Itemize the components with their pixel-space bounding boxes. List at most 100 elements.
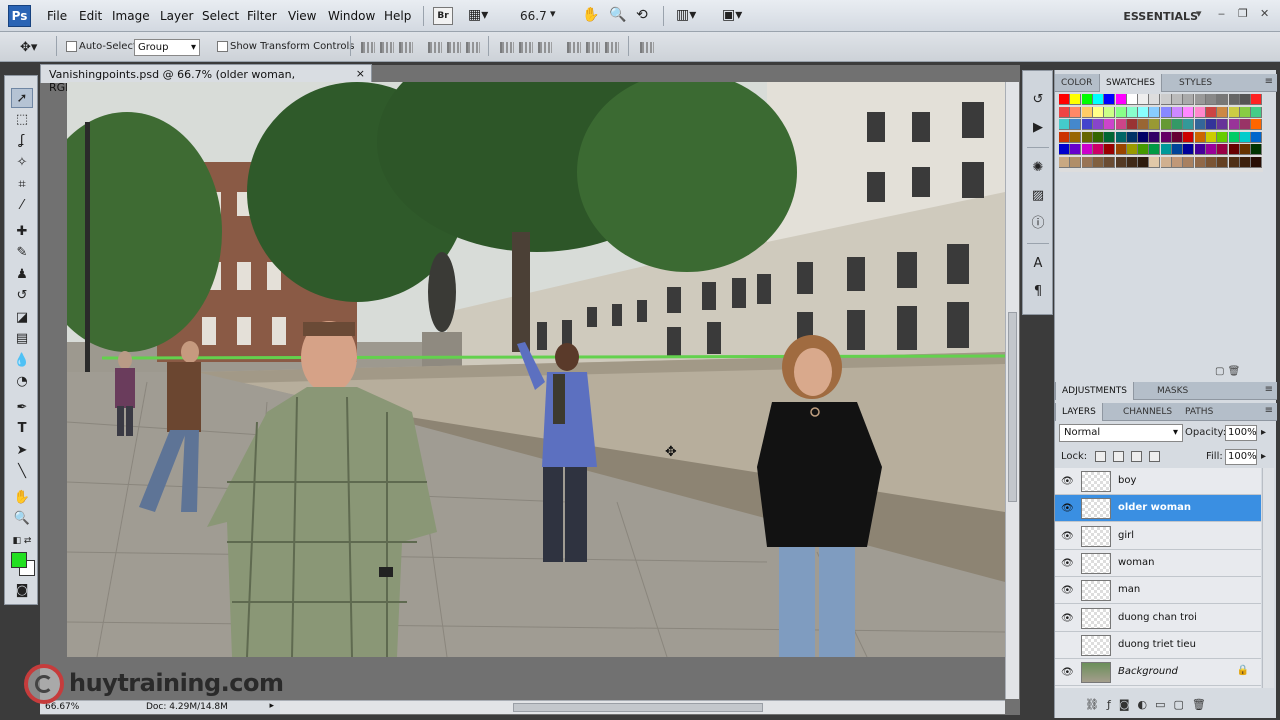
swatch[interactable]: [1059, 144, 1070, 155]
swatch[interactable]: [1081, 156, 1093, 168]
swatch[interactable]: [1104, 156, 1116, 168]
marquee-tool-icon[interactable]: ⬚: [11, 110, 33, 130]
swatch[interactable]: [1217, 156, 1229, 168]
swatch[interactable]: [1104, 119, 1116, 130]
layer-row[interactable]: 👁 older woman: [1055, 495, 1261, 523]
eraser-tool-icon[interactable]: ◪: [11, 308, 33, 328]
close-window-icon[interactable]: ✕: [1260, 7, 1269, 20]
menu-image[interactable]: Image: [112, 9, 150, 23]
distribute-top-icon[interactable]: [500, 42, 514, 53]
swatch[interactable]: [1138, 144, 1150, 155]
swatch[interactable]: [1205, 131, 1217, 143]
swatch[interactable]: [1160, 94, 1172, 105]
foreground-color-swatch[interactable]: [11, 552, 27, 568]
dodge-tool-icon[interactable]: ◔: [11, 372, 33, 392]
swatch[interactable]: [1160, 106, 1172, 118]
swatch[interactable]: [1228, 94, 1240, 105]
swatch[interactable]: [1194, 144, 1206, 155]
arrange-documents-icon[interactable]: ▥▾: [676, 7, 696, 25]
swatch[interactable]: [1115, 144, 1127, 155]
align-right-icon[interactable]: [466, 42, 480, 53]
swatch[interactable]: [1228, 156, 1240, 168]
swatch[interactable]: [1092, 119, 1104, 130]
eyedropper-tool-icon[interactable]: ⁄: [11, 196, 33, 216]
swatch[interactable]: [1251, 119, 1263, 130]
swatch[interactable]: [1126, 106, 1138, 118]
image-canvas[interactable]: [67, 82, 1005, 657]
menu-layer[interactable]: Layer: [160, 9, 193, 23]
swatch[interactable]: [1228, 119, 1240, 130]
swatch[interactable]: [1205, 106, 1217, 118]
distribute-left-icon[interactable]: [567, 42, 581, 53]
swatch[interactable]: [1217, 119, 1229, 130]
lasso-tool-icon[interactable]: ʆ: [11, 131, 33, 151]
swatch[interactable]: [1194, 106, 1206, 118]
blur-tool-icon[interactable]: 💧: [11, 351, 33, 371]
swatch[interactable]: [1126, 94, 1138, 105]
rotate-view-icon[interactable]: ⟲: [636, 7, 648, 25]
swatch[interactable]: [1217, 106, 1229, 118]
swatch[interactable]: [1138, 131, 1150, 143]
align-vertical-center-icon[interactable]: [380, 42, 394, 53]
type-tool-icon[interactable]: T: [11, 419, 33, 439]
swatch[interactable]: [1070, 131, 1082, 143]
swatch[interactable]: [1239, 156, 1251, 168]
auto-select-dropdown[interactable]: Group ▾: [134, 39, 200, 56]
move-tool-icon[interactable]: ➚: [11, 88, 33, 108]
lock-position-icon[interactable]: [1131, 451, 1142, 462]
horizontal-scrollbar[interactable]: [280, 700, 1005, 714]
layer-row[interactable]: 👁 duong chan troi: [1055, 604, 1261, 632]
zoom-tool-icon[interactable]: 🔍: [609, 7, 626, 25]
layer-visibility-eye-icon[interactable]: 👁: [1061, 613, 1074, 624]
lock-image-icon[interactable]: [1113, 451, 1124, 462]
swatch[interactable]: [1081, 119, 1093, 130]
swatch[interactable]: [1081, 106, 1093, 118]
swatch[interactable]: [1183, 106, 1195, 118]
distribute-vertical-center-icon[interactable]: [519, 42, 533, 53]
align-bottom-icon[interactable]: [399, 42, 413, 53]
gradient-tool-icon[interactable]: ▤: [11, 329, 33, 349]
layers-scrollbar[interactable]: [1262, 468, 1274, 688]
swatch[interactable]: [1149, 156, 1161, 168]
swatch[interactable]: [1239, 106, 1251, 118]
swatch[interactable]: [1104, 106, 1116, 118]
layer-row[interactable]: 👁 woman: [1055, 549, 1261, 577]
swatch[interactable]: [1126, 156, 1138, 168]
swatch[interactable]: [1228, 131, 1240, 143]
swatch[interactable]: [1138, 156, 1150, 168]
swatch[interactable]: [1160, 131, 1172, 143]
swatch[interactable]: [1217, 94, 1229, 105]
swatch[interactable]: [1092, 144, 1104, 155]
magic-wand-tool-icon[interactable]: ✧: [11, 153, 33, 173]
tab-channels[interactable]: CHANNELS: [1117, 403, 1178, 421]
distribute-horizontal-center-icon[interactable]: [586, 42, 600, 53]
tab-paths[interactable]: PATHS: [1179, 403, 1219, 421]
swatch[interactable]: [1251, 144, 1263, 155]
swatch[interactable]: [1251, 94, 1263, 105]
tab-color[interactable]: COLOR: [1055, 74, 1098, 92]
swatch[interactable]: [1217, 131, 1229, 143]
menu-window[interactable]: Window: [328, 9, 375, 23]
swatch[interactable]: [1194, 119, 1206, 130]
blend-mode-select[interactable]: Normal ▾: [1059, 424, 1183, 442]
view-extras-icon[interactable]: ▦▾: [468, 7, 488, 25]
swatch[interactable]: [1217, 144, 1229, 155]
crop-tool-icon[interactable]: ⌗: [11, 175, 33, 195]
tab-styles[interactable]: STYLES: [1173, 74, 1218, 92]
clone-source-panel-icon[interactable]: ▨: [1029, 187, 1047, 205]
swatch[interactable]: [1251, 131, 1263, 143]
align-top-icon[interactable]: [361, 42, 375, 53]
menu-filter[interactable]: Filter: [247, 9, 277, 23]
hand-tool-icon[interactable]: ✋: [11, 488, 33, 508]
swatch[interactable]: [1070, 106, 1082, 118]
panel-menu-icon[interactable]: ≡: [1265, 384, 1273, 395]
character-panel-icon[interactable]: A: [1029, 255, 1047, 273]
swatch[interactable]: [1251, 106, 1263, 118]
menu-select[interactable]: Select: [202, 9, 239, 23]
swatch[interactable]: [1228, 144, 1240, 155]
swatch[interactable]: [1183, 119, 1195, 130]
menu-help[interactable]: Help: [384, 9, 411, 23]
swatch[interactable]: [1205, 94, 1217, 105]
actions-panel-icon[interactable]: ▶: [1029, 119, 1047, 137]
vertical-scroll-thumb[interactable]: [1008, 312, 1017, 502]
